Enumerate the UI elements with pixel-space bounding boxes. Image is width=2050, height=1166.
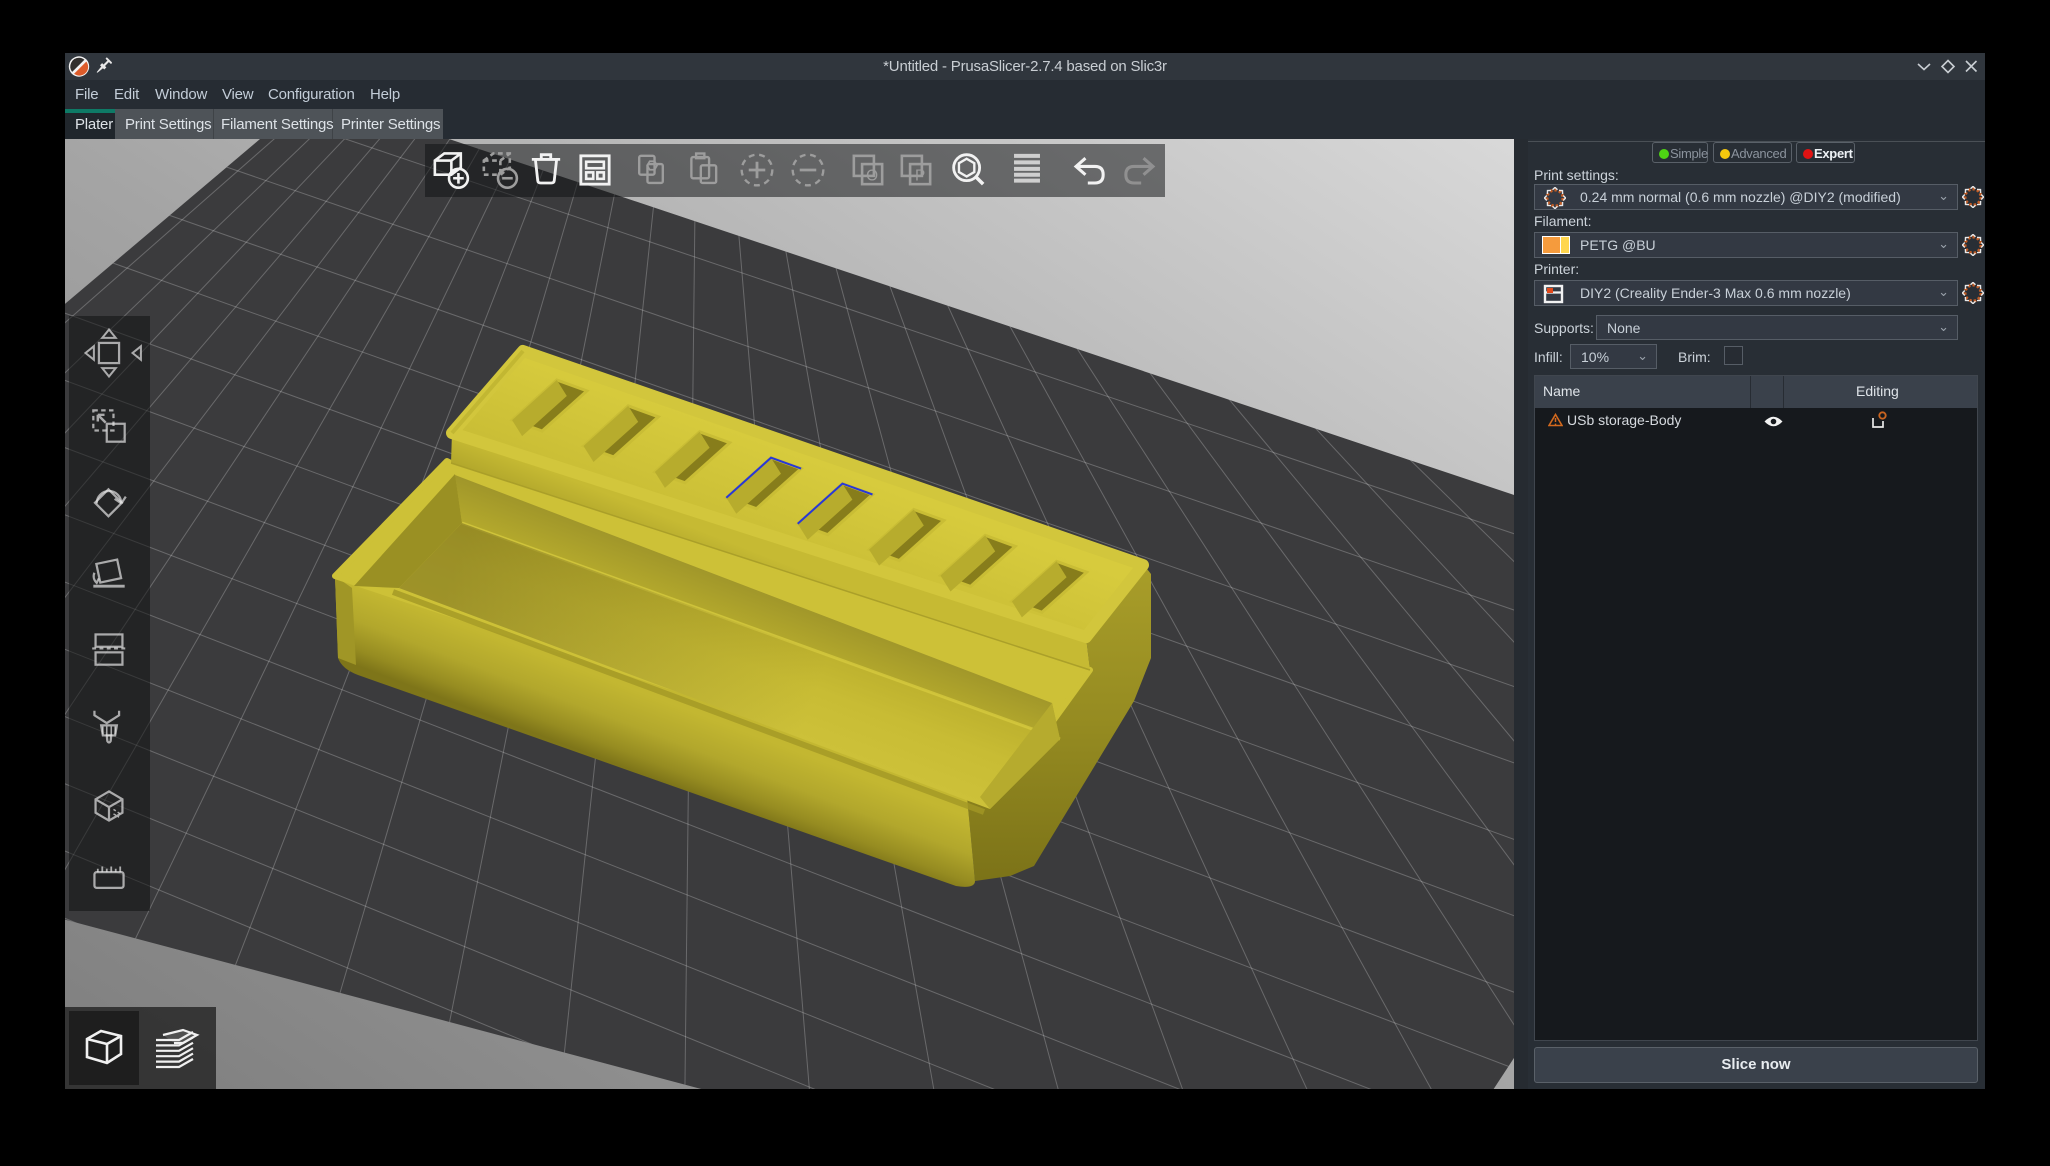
svg-text:P: P xyxy=(915,168,925,185)
svg-text:O: O xyxy=(866,168,878,185)
